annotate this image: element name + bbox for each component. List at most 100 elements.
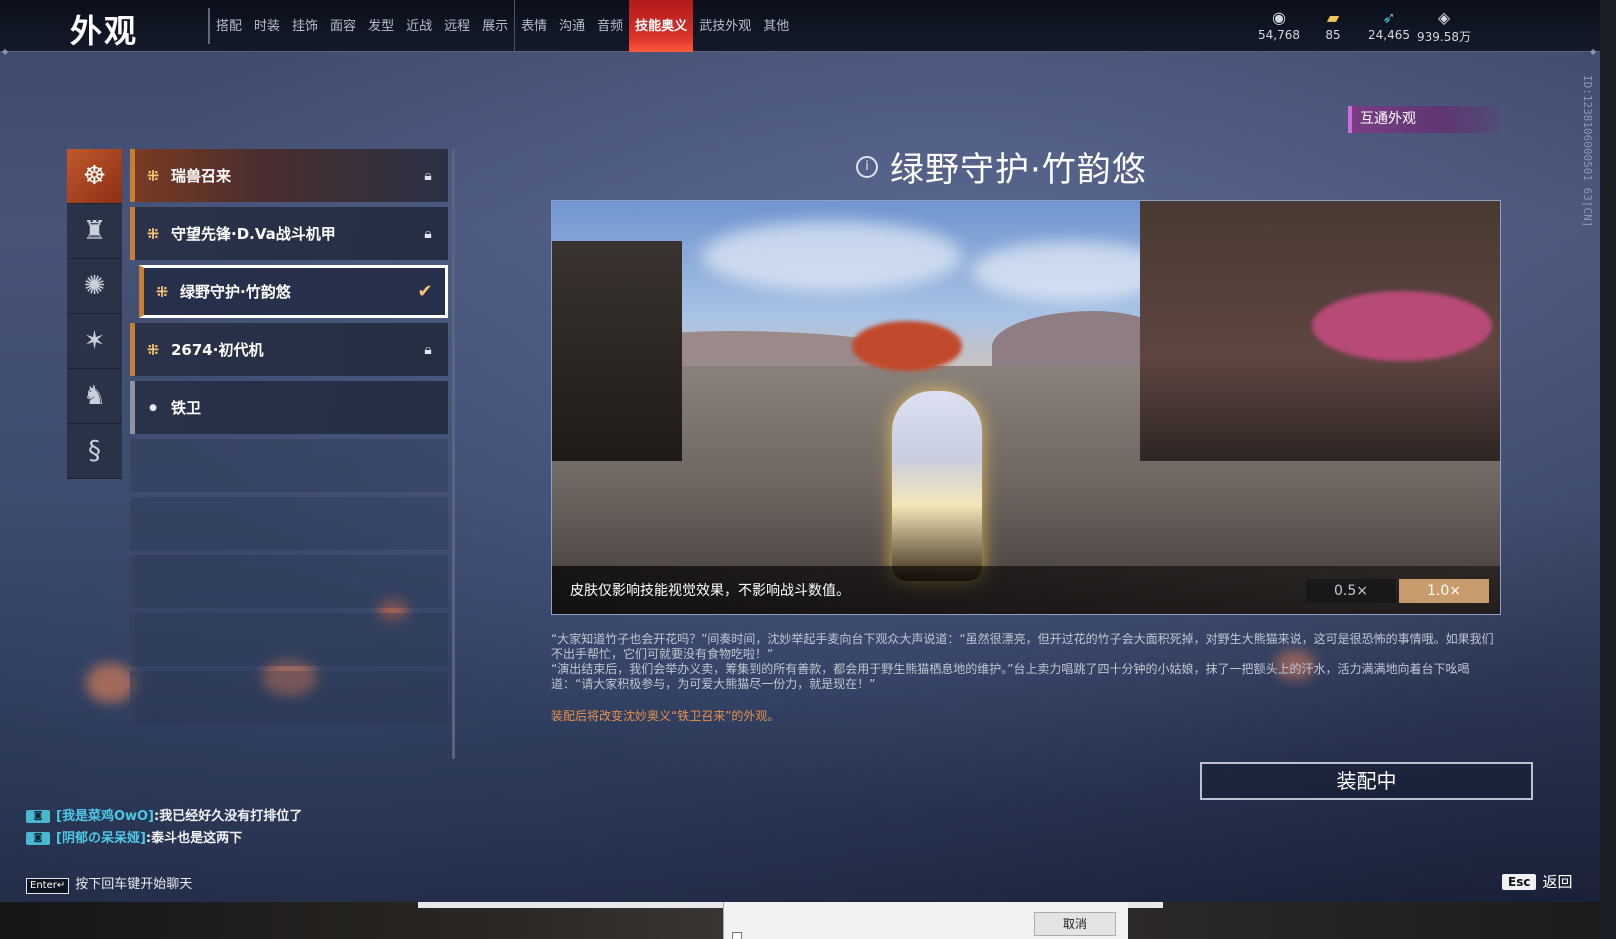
chat-box: ◙ [我是菜鸡OwO]:我已经好久没有打排位了 ◙ [阴郁の呆呆娅]:泰斗也是这两下 (26, 808, 326, 852)
tab-ranged[interactable]: 远程 (438, 0, 476, 52)
back-button[interactable]: Esc 返回 (1502, 871, 1572, 892)
skin-description: “大家知道竹子也会开花吗？”间奏时间，沈妙举起手麦向台下观众大声说道：“虽然很漂… (551, 632, 1501, 692)
tab-audio[interactable]: 音频 (591, 0, 629, 52)
skin-title: 绿野守护·竹韵悠 (890, 150, 1147, 190)
speed-1.0x-button[interactable]: 1.0× (1399, 579, 1489, 603)
chat-text: :泰斗也是这两下 (145, 831, 243, 846)
tab-emote[interactable]: 表情 (514, 0, 553, 52)
category-burst[interactable]: ✶ (67, 314, 122, 369)
tab-other[interactable]: 其他 (757, 0, 795, 52)
chat-channel-icon: ◙ (26, 810, 50, 823)
currency-coins: ◉ 54,768 (1254, 8, 1304, 42)
ultimate-mark-icon: ⁜ (155, 282, 169, 301)
corner-marker-icon: ◆ (2, 47, 9, 56)
burst-icon: ✶ (83, 326, 106, 356)
equip-button[interactable]: 装配中 (1200, 762, 1533, 800)
coin-stack-icon: ◉ (1272, 8, 1286, 27)
player-id: ID:1238106000501 63[CN] (1581, 75, 1594, 228)
tab-martial-skin[interactable]: 武技外观 (693, 0, 757, 52)
game-viewport: 外观 搭配 时装 挂饰 面容 发型 近战 远程 展示 表情 沟通 音频 技能奥义… (0, 0, 1600, 902)
cross-platform-badge: 互通外观 (1348, 106, 1500, 133)
enter-key-icon: Enter↵ (26, 878, 70, 894)
chat-sender[interactable]: [我是菜鸡OwO] (56, 809, 154, 824)
cancel-button[interactable]: 取消 (1034, 912, 1116, 936)
page-title: 外观 (70, 12, 139, 50)
pavilion-left (552, 241, 682, 461)
info-icon[interactable]: i (856, 155, 878, 178)
ultimate-mark-icon: ⁜ (146, 166, 160, 185)
skin-item[interactable]: ⁜ 瑞兽召来 🔒︎ (130, 149, 448, 202)
description-paragraph: “演出结束后，我们会举办义卖，筹集到的所有善款，都会用于野生熊猫栖息地的维护。”… (551, 662, 1470, 691)
beast-mask-icon: ☸ (82, 161, 107, 191)
esc-key: Esc (1502, 873, 1537, 890)
lantern-glow (86, 663, 136, 703)
tab-outfit-set[interactable]: 搭配 (210, 0, 248, 52)
category-warrior[interactable]: ♜ (67, 204, 122, 259)
ultimate-mark-icon: ⁜ (146, 340, 160, 359)
tab-showcase[interactable]: 展示 (476, 0, 514, 52)
dragon-icon: § (88, 436, 101, 466)
currency-value: 85 (1325, 28, 1341, 42)
tab-communication[interactable]: 沟通 (553, 0, 591, 52)
tab-hair[interactable]: 发型 (362, 0, 400, 52)
chat-message: ◙ [阴郁の呆呆娅]:泰斗也是这两下 (26, 830, 326, 848)
tab-fashion[interactable]: 时装 (248, 0, 286, 52)
skin-name: 铁卫 (171, 399, 202, 417)
lion-head-icon: ✺ (83, 271, 106, 301)
lock-icon: 🔒︎ (424, 167, 432, 184)
desktop-dialog: 取消 (723, 902, 1128, 939)
gold-ticket-icon: ▰ (1326, 8, 1340, 27)
character-model (892, 391, 982, 581)
skin-preview-video[interactable]: 皮肤仅影响技能视觉效果，不影响战斗数值。 0.5× 1.0× (551, 200, 1501, 615)
checkmark-icon: ✔ (417, 281, 433, 302)
window-edge (1600, 0, 1616, 939)
skin-item[interactable]: ⁜ 2674·初代机 🔒︎ (130, 323, 448, 376)
preview-caption-bar: 皮肤仅影响技能视觉效果，不影响战斗数值。 0.5× 1.0× (552, 566, 1500, 614)
empty-slot (130, 671, 448, 724)
tab-face[interactable]: 面容 (324, 0, 362, 52)
warrior-figure-icon: ♜ (82, 216, 107, 246)
preview-caption: 皮肤仅影响技能视觉效果，不影响战斗数值。 (570, 583, 850, 599)
currency-tickets: ▰ 85 (1318, 8, 1348, 42)
empty-slot (130, 555, 448, 608)
currency-value: 939.58万 (1417, 30, 1471, 44)
chat-input-hint[interactable]: Enter↵ 按下回车键开始聊天 (26, 873, 192, 894)
chat-text: :我已经好久没有打排位了 (154, 809, 303, 824)
skin-title-row: i 绿野守护·竹韵悠 (856, 142, 1147, 191)
category-dragon[interactable]: § (67, 424, 122, 479)
dot-icon: ● (149, 402, 157, 413)
category-lion-head[interactable]: ✺ (67, 259, 122, 314)
speed-0.5x-button[interactable]: 0.5× (1306, 579, 1396, 603)
skin-item[interactable]: ● 铁卫 (130, 381, 448, 434)
list-scrollbar[interactable] (452, 149, 455, 759)
skin-list: ⁜ 瑞兽召来 🔒︎ ⁜ 守望先锋·D.Va战斗机甲 🔒︎ ⁜ 绿野守护·竹韵悠 … (130, 149, 448, 729)
category-icon-column: ☸ ♜ ✺ ✶ ♞ § (67, 149, 122, 479)
skin-name: 绿野守护·竹韵悠 (180, 283, 291, 301)
empty-slot (130, 497, 448, 550)
feather-icon: ➶ (1382, 8, 1396, 27)
empty-slot (130, 613, 448, 666)
cloud (702, 221, 962, 291)
skin-item-selected[interactable]: ⁜ 绿野守护·竹韵悠 ✔ (139, 265, 448, 318)
tab-accessory[interactable]: 挂饰 (286, 0, 324, 52)
tab-skill-ultimate[interactable]: 技能奥义 (629, 0, 694, 52)
description-paragraph: “大家知道竹子也会开花吗？”间奏时间，沈妙举起手麦向台下观众大声说道：“虽然很漂… (551, 632, 1494, 661)
flower-bush (852, 321, 962, 371)
currency-value: 54,768 (1258, 28, 1300, 42)
dialog-checkbox[interactable] (732, 932, 742, 939)
chat-sender[interactable]: [阴郁の呆呆娅] (56, 831, 146, 846)
corner-marker-icon: ◆ (1590, 47, 1597, 56)
category-rider[interactable]: ♞ (67, 369, 122, 424)
skin-item[interactable]: ⁜ 守望先锋·D.Va战斗机甲 🔒︎ (130, 207, 448, 260)
mountain (992, 311, 1162, 371)
currency-feathers: ➶ 24,465 (1364, 8, 1414, 42)
empty-slot (130, 439, 448, 492)
back-label: 返回 (1542, 873, 1573, 891)
tab-melee[interactable]: 近战 (400, 0, 438, 52)
lock-icon: 🔒︎ (424, 341, 432, 358)
currency-value: 24,465 (1368, 28, 1410, 42)
chat-channel-icon: ◙ (26, 832, 50, 845)
flower-bush (1312, 291, 1492, 361)
category-tabs: 搭配 时装 挂饰 面容 发型 近战 远程 展示 表情 沟通 音频 技能奥义 武技… (210, 0, 795, 52)
category-beast-mask[interactable]: ☸ (67, 149, 122, 204)
